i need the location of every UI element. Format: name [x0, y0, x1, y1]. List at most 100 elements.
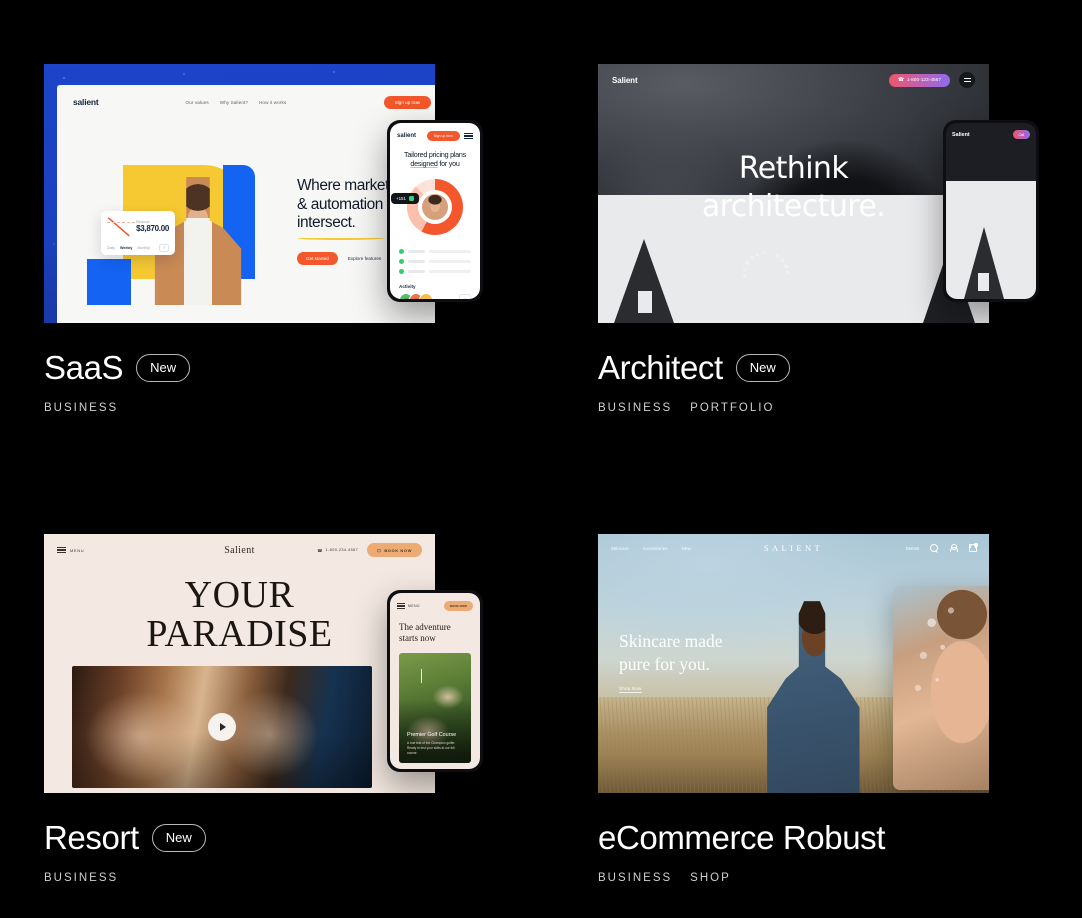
play-button-icon — [208, 713, 236, 741]
side-product-image — [893, 586, 989, 790]
stat-tab: Monthly — [137, 246, 150, 250]
list-rows — [399, 249, 471, 274]
thumbnail-saas[interactable]: salient Our values Why Salient? How it w… — [44, 64, 483, 323]
architect-hero: Rethink architecture. — [598, 150, 989, 227]
page-title: SaaS — [44, 349, 124, 386]
template-card-saas[interactable]: salient Our values Why Salient? How it w… — [44, 64, 598, 534]
check-dot-icon — [399, 249, 404, 254]
stat-top: Revenue $3,870.00 — [107, 217, 169, 237]
sparkline-chart — [107, 217, 136, 237]
donut-chart: +151 — [391, 179, 463, 235]
phone-icon: ☎ — [897, 77, 904, 83]
thumbnail-architect[interactable]: Salient ☎ 1-800-123-4567 Rethink archite… — [598, 64, 1039, 323]
saas-nav-link: How it works — [259, 99, 287, 105]
title-row: eCommerce Robust — [598, 821, 1038, 854]
stat-tab-active: Weekly — [120, 246, 133, 250]
user-icon — [949, 544, 959, 552]
template-gallery: salient Our values Why Salient? How it w… — [0, 0, 1082, 918]
list-item — [399, 249, 471, 254]
menu-label: MENU — [408, 604, 420, 608]
phone-screen: MENU BOOK NOW The adventure starts now P… — [390, 593, 480, 769]
headline-line2: pure for you. — [619, 654, 710, 675]
tag[interactable]: SHOP — [690, 872, 731, 884]
saas-secondary-button: Explore features — [347, 255, 382, 261]
activity-label: Activity — [399, 284, 416, 289]
resort-video — [72, 666, 372, 788]
check-dot-icon — [399, 259, 404, 264]
tag[interactable]: BUSINESS — [44, 402, 118, 414]
architect-logo: Salient — [612, 75, 638, 85]
hamburger-icon — [464, 132, 473, 140]
resort-phone-mockup: MENU BOOK NOW The adventure starts now P… — [387, 590, 483, 772]
thumbnail-frame: MENU Salient ☎ 1-800-234-4567 ☐ BOOK NOW — [44, 534, 435, 793]
phone-headline-line1: The adventure — [399, 622, 451, 632]
building-window — [638, 291, 652, 313]
thumbnail-resort[interactable]: MENU Salient ☎ 1-800-234-4567 ☐ BOOK NOW — [44, 534, 483, 793]
page-title: Architect — [598, 349, 723, 386]
scroll-down-char: C — [741, 267, 748, 272]
avatar-group: ☺ — [399, 293, 471, 299]
saas-hero: Revenue $3,870.00 Daily Weekly Monthly 7 — [57, 119, 435, 323]
tag[interactable]: BUSINESS — [598, 872, 672, 884]
list-item — [399, 259, 471, 264]
resort-headline-line2: PARADISE — [146, 612, 333, 655]
scroll-down-char: S — [741, 274, 747, 279]
phone-book-button: BOOK NOW — [443, 601, 473, 611]
golf-card-text: A true test of the Champion golfer. Read… — [407, 741, 456, 755]
resort-page: MENU Salient ☎ 1-800-234-4567 ☐ BOOK NOW — [44, 534, 435, 793]
saas-browser-page: salient Our values Why Salient? How it w… — [57, 85, 435, 323]
resort-navbar: MENU Salient ☎ 1-800-234-4567 ☐ BOOK NOW — [44, 534, 435, 566]
card-meta-saas: SaaS New BUSINESS — [44, 351, 484, 414]
title-row: SaaS New — [44, 351, 484, 384]
cart-badge — [973, 542, 978, 547]
tag[interactable]: PORTFOLIO — [690, 402, 774, 414]
page-title: Resort — [44, 819, 139, 856]
stat-select: 7 — [159, 244, 169, 252]
thumbnail-frame: Skincare Accessories New SALIENT Demos S… — [598, 534, 989, 793]
saas-primary-button: Get started — [297, 251, 338, 265]
building-window — [978, 273, 989, 291]
tag[interactable]: BUSINESS — [44, 872, 118, 884]
phone-headline: The adventure starts now — [399, 622, 471, 644]
phone-number: 1-800-123-4567 — [906, 77, 941, 83]
template-card-resort[interactable]: MENU Salient ☎ 1-800-234-4567 ☐ BOOK NOW — [44, 534, 598, 918]
cart-icon — [968, 542, 978, 552]
thumbnail-frame: salient Our values Why Salient? How it w… — [44, 64, 435, 323]
ecommerce-copy: Skincare made pure for you. Shop Now — [619, 630, 723, 695]
title-row: Architect New — [598, 351, 1038, 384]
thumbnail-frame: Salient ☎ 1-800-123-4567 Rethink archite… — [598, 64, 989, 323]
architect-navbar: Salient ☎ 1-800-123-4567 — [598, 64, 989, 96]
tooltip-badge: +151 — [391, 193, 419, 204]
card-meta-resort: Resort New BUSINESS — [44, 821, 484, 884]
architect-headline-line2: architecture. — [701, 189, 886, 225]
scroll-down-badge: SCROLL DOWN — [741, 250, 822, 323]
phone-headline-underlined: designed — [410, 159, 438, 168]
saas-logo: salient — [73, 97, 99, 107]
phone-navbar: Salient Call — [946, 123, 1036, 139]
phone-logo: salient — [397, 133, 417, 139]
stat-tabs: Daily Weekly Monthly 7 — [107, 244, 169, 252]
golf-card-title: Premier Golf Course — [407, 732, 457, 739]
shop-now-link: Shop Now — [619, 686, 642, 694]
template-card-ecommerce[interactable]: Skincare Accessories New SALIENT Demos S… — [598, 534, 1082, 918]
resort-hero: YOUR PARADISE — [44, 576, 435, 654]
phone-headline: Tailored pricing plans designed for you — [398, 150, 472, 168]
golf-course-card: Premier Golf Course A true test of the C… — [399, 652, 471, 763]
list-item — [399, 269, 471, 274]
card-meta-architect: Architect New BUSINESS PORTFOLIO — [598, 351, 1038, 414]
tag[interactable]: BUSINESS — [598, 402, 672, 414]
golf-caption: Premier Golf Course A true test of the C… — [407, 732, 463, 756]
phone-headline-line2: starts now — [399, 632, 436, 643]
template-card-architect[interactable]: Salient ☎ 1-800-123-4567 Rethink archite… — [598, 64, 1082, 534]
ecommerce-headline: Skincare made pure for you. — [619, 630, 723, 677]
tag-list: BUSINESS — [44, 872, 484, 884]
phone-screen: salient Sign up here Tailored pricing pl… — [390, 123, 480, 299]
tag-list: BUSINESS — [44, 402, 484, 414]
phone-call-button: Call — [1012, 130, 1030, 139]
ecommerce-nav-right: Demos — [906, 542, 978, 552]
saas-phone-mockup: salient Sign up here Tailored pricing pl… — [387, 120, 483, 302]
thumbnail-ecommerce[interactable]: Skincare Accessories New SALIENT Demos S… — [598, 534, 989, 793]
resort-logo: Salient — [224, 544, 255, 556]
architect-headline-line1: Rethink — [738, 151, 849, 186]
tooltip-value: +151 — [396, 196, 406, 201]
